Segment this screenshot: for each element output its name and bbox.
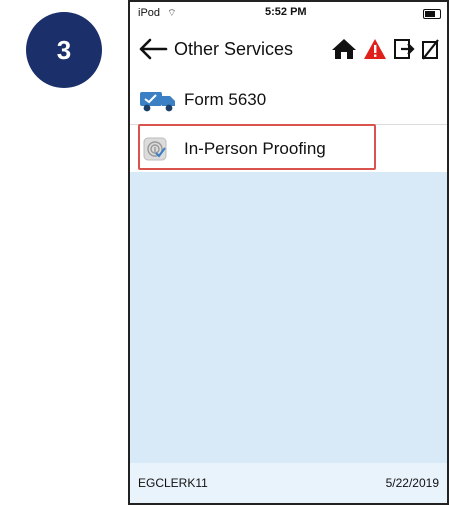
warning-icon[interactable] bbox=[363, 38, 387, 60]
fingerprint-icon bbox=[143, 137, 167, 161]
services-list: Form 5630 In-Person Proofing bbox=[130, 76, 447, 174]
carrier-label: iPod ⌔ bbox=[138, 7, 177, 20]
delivery-truck-icon bbox=[140, 92, 175, 112]
list-item-label: Form 5630 bbox=[184, 90, 267, 109]
back-arrow-icon[interactable] bbox=[138, 37, 168, 61]
nav-bar: Other Services bbox=[130, 26, 447, 72]
home-icon[interactable] bbox=[331, 37, 357, 61]
sign-out-icon[interactable] bbox=[393, 38, 415, 60]
status-time: 5:52 PM bbox=[265, 6, 307, 18]
footer: EGCLERK11 5/22/2019 bbox=[130, 463, 447, 503]
list-item-in-person-proofing[interactable]: In-Person Proofing bbox=[130, 125, 447, 174]
list-item-form-5630[interactable]: Form 5630 bbox=[130, 76, 447, 125]
footer-user: EGCLERK11 bbox=[138, 476, 208, 490]
wifi-icon: ⌔ bbox=[167, 8, 177, 19]
page-title: Other Services bbox=[174, 38, 294, 59]
cancel-icon[interactable] bbox=[421, 38, 441, 60]
battery-icon bbox=[423, 9, 441, 19]
nav-actions bbox=[331, 37, 441, 61]
content-area bbox=[130, 172, 447, 463]
list-item-label: In-Person Proofing bbox=[184, 139, 326, 158]
step-number: 3 bbox=[56, 34, 72, 65]
status-bar: iPod ⌔ 5:52 PM bbox=[130, 2, 447, 24]
step-badge: 3 bbox=[26, 12, 102, 88]
phone-screen: iPod ⌔ 5:52 PM Other Services Form 5630 … bbox=[128, 0, 449, 505]
carrier-text: iPod bbox=[138, 7, 161, 19]
footer-date: 5/22/2019 bbox=[385, 476, 439, 490]
